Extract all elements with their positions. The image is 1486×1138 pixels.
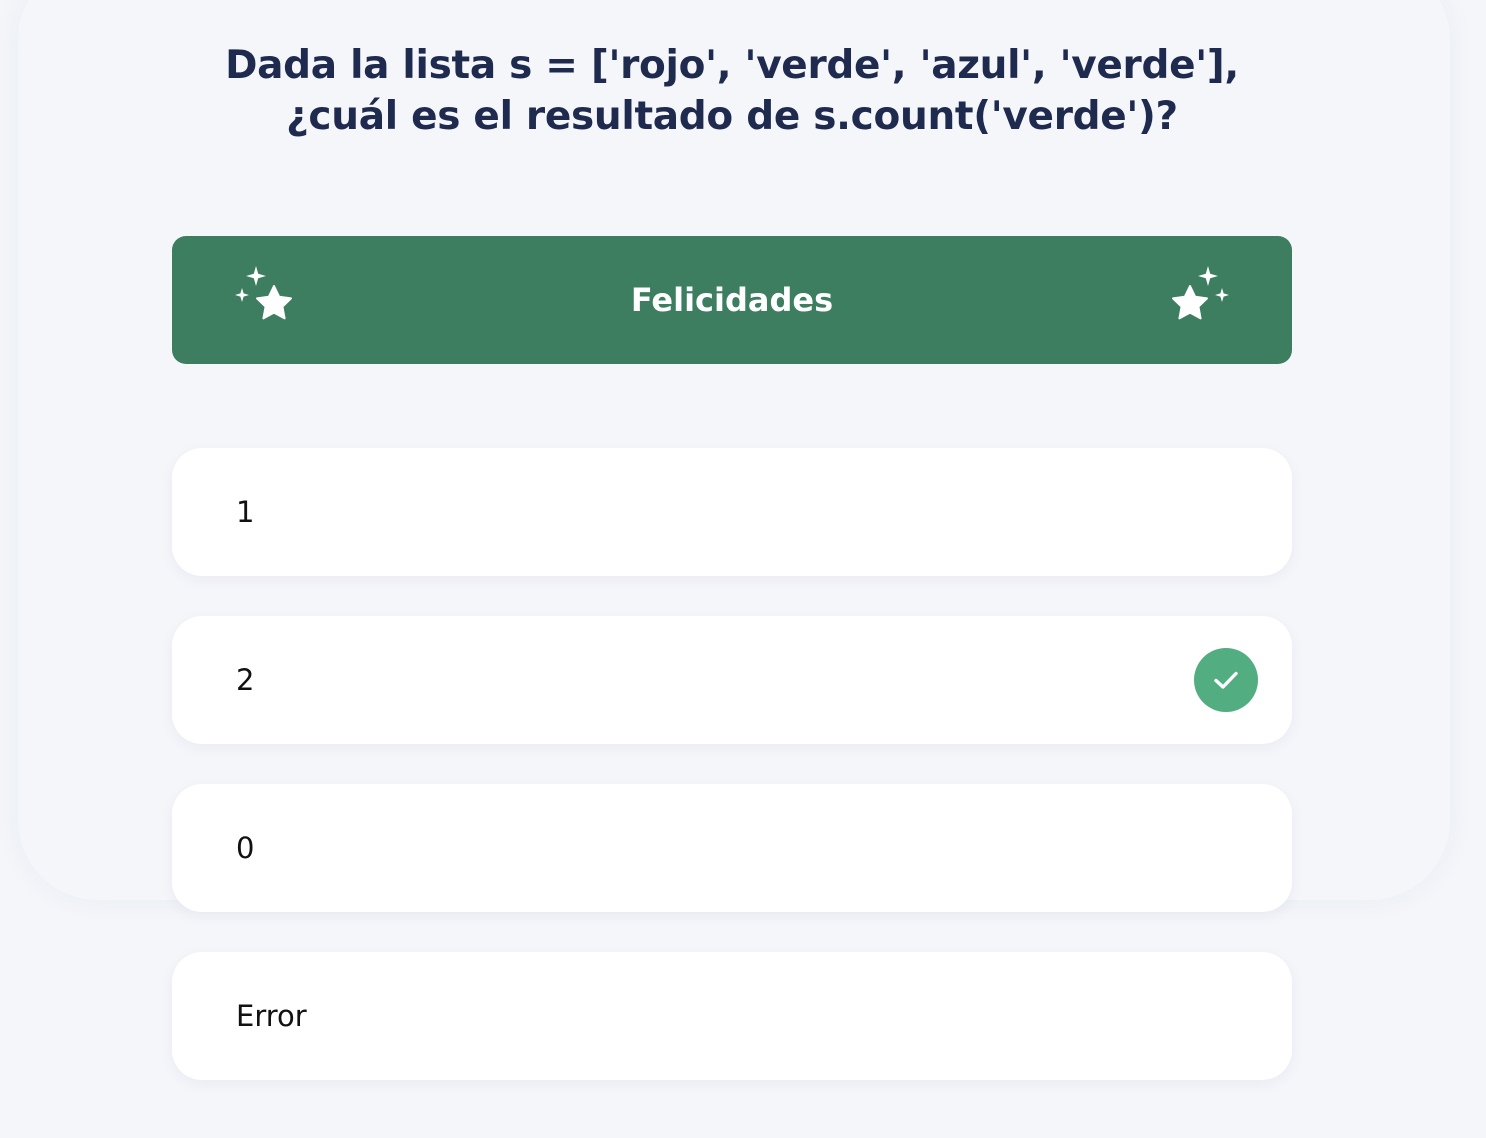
banner-title: Felicidades — [630, 281, 834, 319]
answer-option-1[interactable]: 1 — [172, 448, 1292, 576]
sparkle-star-icon — [1172, 266, 1229, 320]
answer-option-label: 2 — [236, 663, 255, 697]
answer-option-4[interactable]: Error — [172, 952, 1292, 1080]
correct-check-badge — [1194, 648, 1258, 712]
answer-option-3[interactable]: 0 — [172, 784, 1292, 912]
sparkle-star-icon — [235, 266, 292, 320]
answer-option-label: 0 — [236, 831, 255, 865]
result-banner: Felicidades — [172, 236, 1292, 364]
answer-option-2[interactable]: 2 — [172, 616, 1292, 744]
answer-option-label: 1 — [236, 495, 255, 529]
answer-option-label: Error — [236, 999, 307, 1033]
check-icon — [1214, 671, 1238, 689]
question-text: Dada la lista s = ['rojo', 'verde', 'azu… — [225, 43, 1239, 139]
